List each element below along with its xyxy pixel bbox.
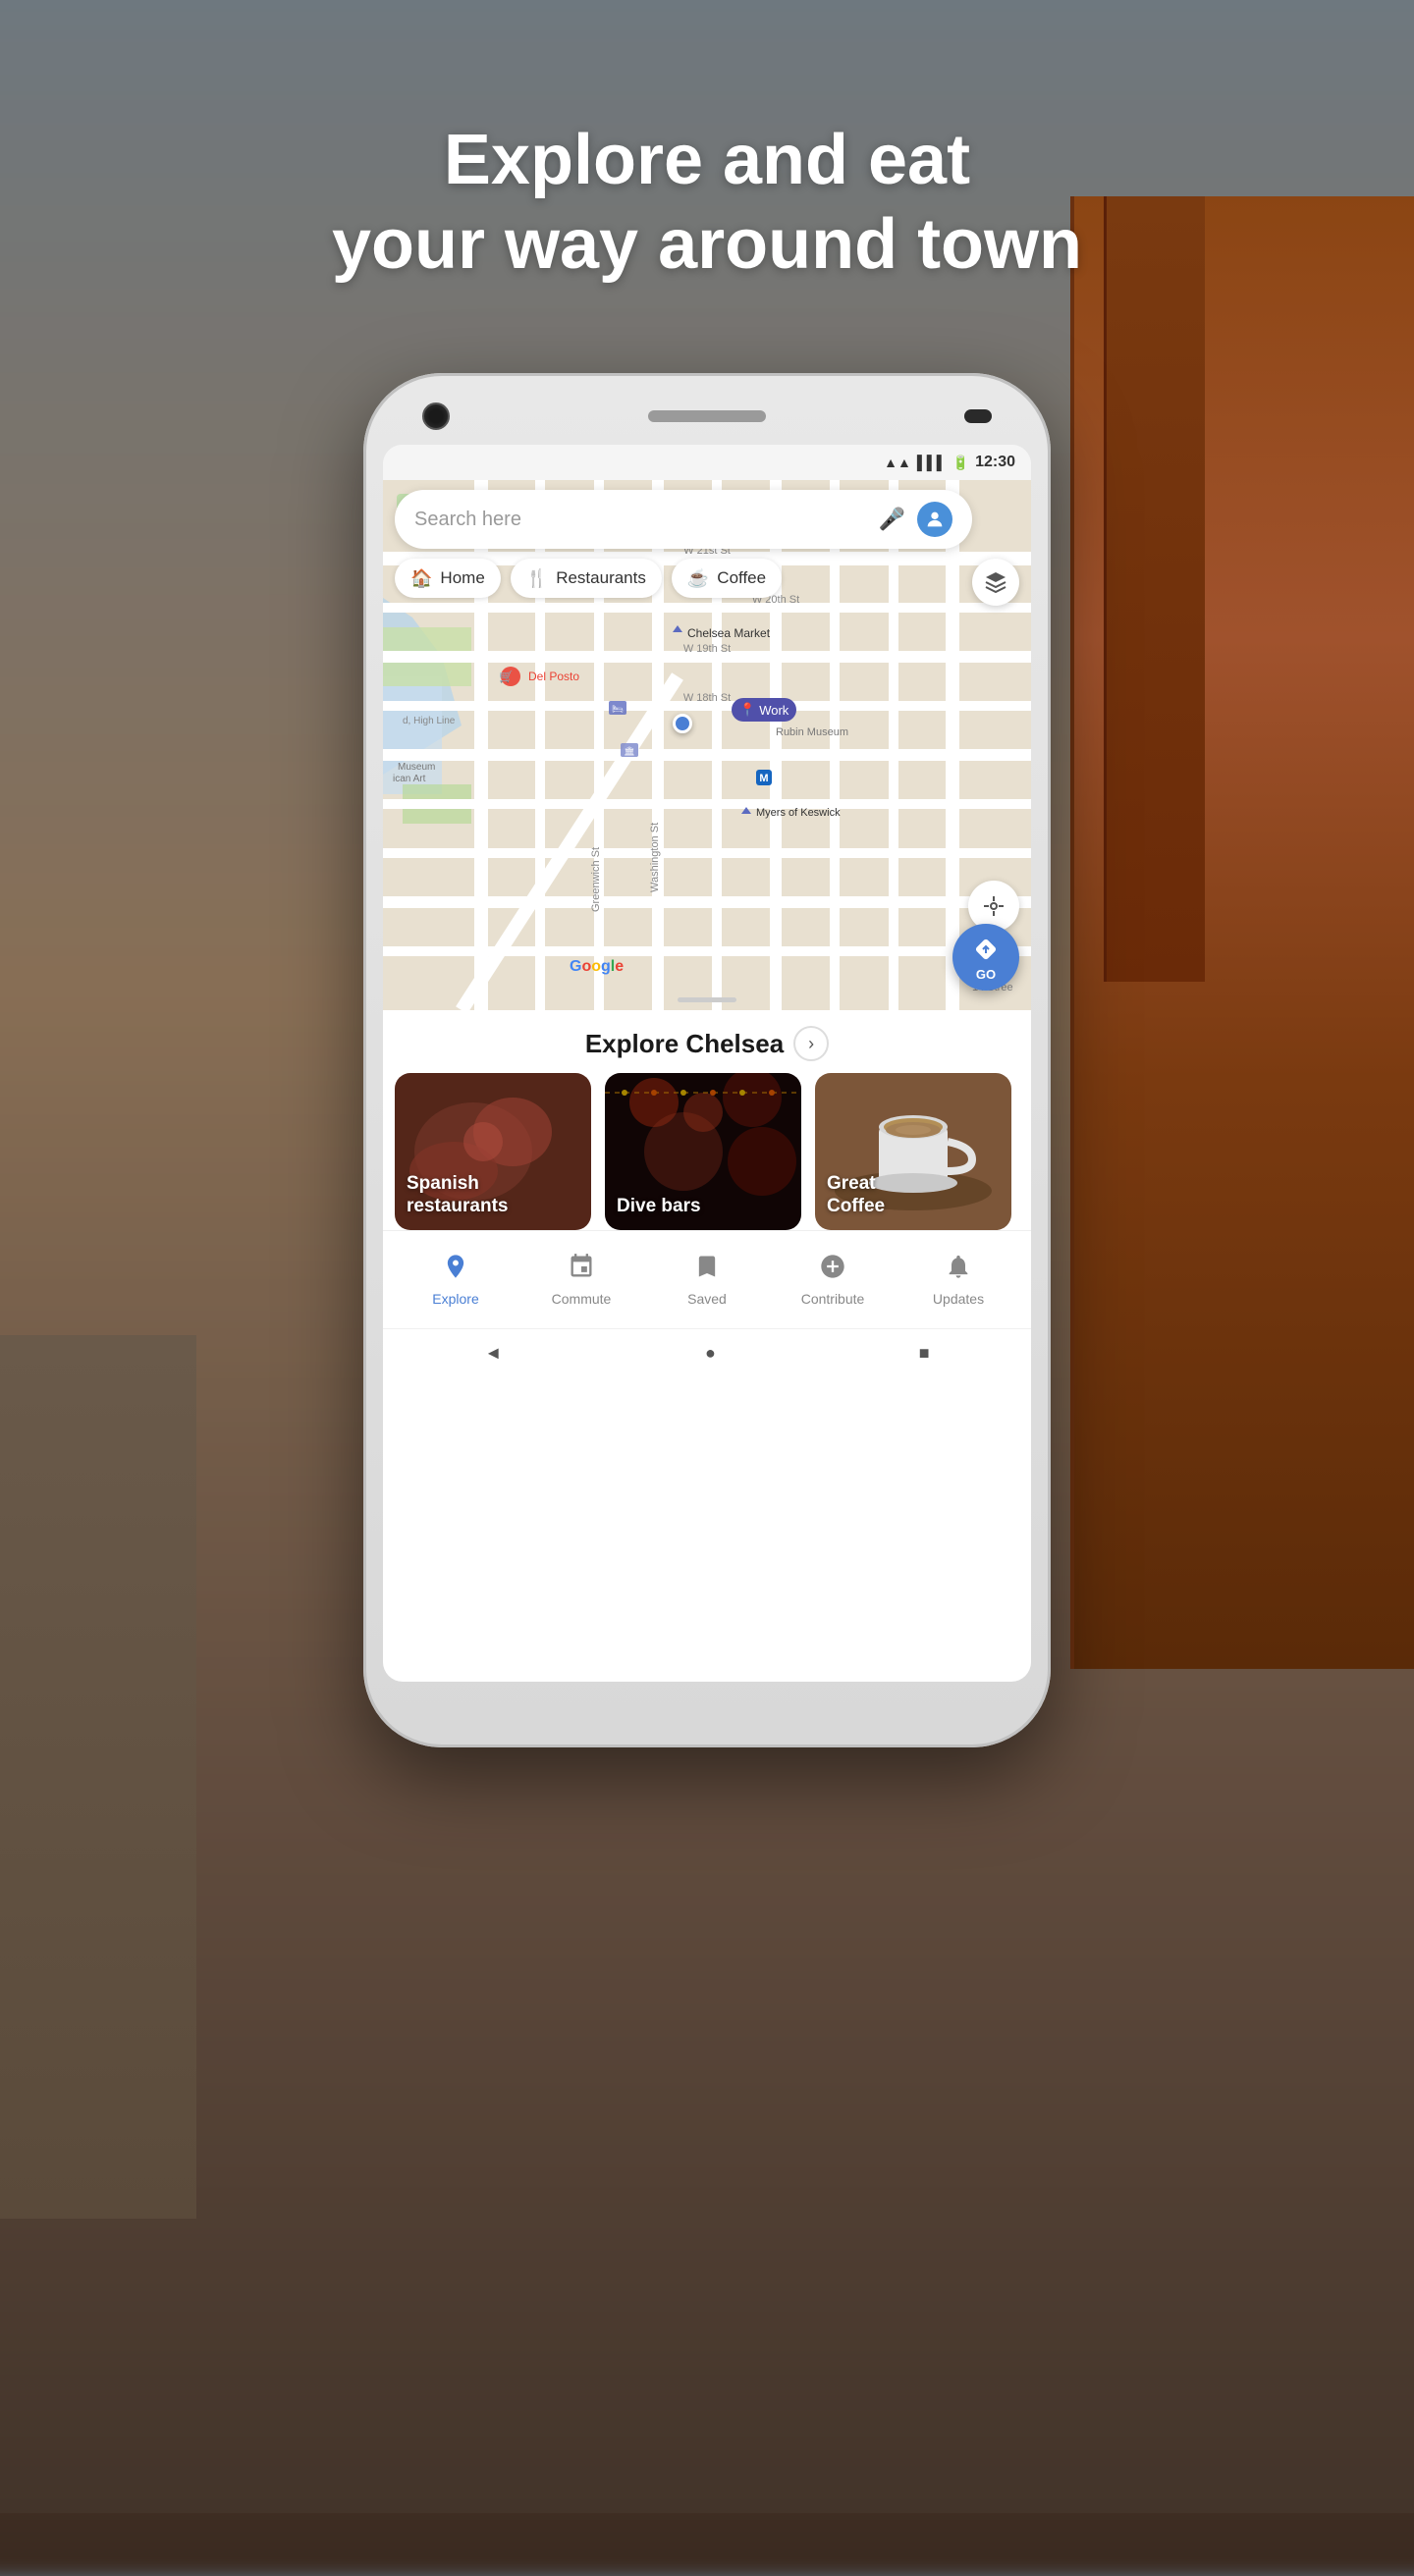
chip-restaurants[interactable]: 🍴 Restaurants xyxy=(511,559,662,598)
commute-nav-icon xyxy=(568,1253,595,1287)
search-placeholder: Search here xyxy=(414,509,879,531)
svg-text:Greenwich St: Greenwich St xyxy=(590,847,602,912)
search-bar[interactable]: Search here 🎤 xyxy=(395,490,972,549)
bottom-navigation: Explore Commute xyxy=(383,1230,1031,1328)
saved-nav-label: Saved xyxy=(687,1291,727,1307)
hero-line2: your way around town xyxy=(0,202,1414,287)
explore-more-button[interactable]: › xyxy=(793,1026,829,1061)
explore-title: Explore Chelsea xyxy=(585,1029,784,1059)
svg-text:W 18th St: W 18th St xyxy=(683,692,731,704)
commute-nav-label: Commute xyxy=(552,1291,612,1307)
status-bar: ▲▲ ▌▌▌ 🔋 12:30 xyxy=(383,445,1031,480)
work-marker[interactable]: 📍 Work xyxy=(732,698,796,722)
filter-chips-container: 🏠 Home 🍴 Restaurants ☕ Coffee xyxy=(395,559,782,598)
explore-header: Explore Chelsea › xyxy=(383,1010,1031,1073)
svg-text:🛏: 🛏 xyxy=(612,704,623,714)
chip-home-label: Home xyxy=(440,568,484,588)
svg-text:d, High Line: d, High Line xyxy=(403,716,456,726)
phone-camera xyxy=(422,402,450,430)
user-avatar[interactable] xyxy=(917,502,952,537)
svg-text:Del Posto: Del Posto xyxy=(528,670,579,683)
hero-text: Explore and eat your way around town xyxy=(0,118,1414,288)
explore-section: Explore Chelsea › xyxy=(383,1010,1031,1377)
nav-item-contribute[interactable]: Contribute xyxy=(770,1253,896,1307)
card-label-dive-bars: Dive bars xyxy=(617,1196,701,1218)
map-layers-button[interactable] xyxy=(972,559,1019,606)
nav-item-commute[interactable]: Commute xyxy=(518,1253,644,1307)
svg-text:ican Art: ican Art xyxy=(393,774,426,784)
building-left xyxy=(0,1335,196,2219)
svg-text:Myers of Keswick: Myers of Keswick xyxy=(756,807,841,819)
category-card-great-coffee[interactable]: GreatCoffee xyxy=(815,1073,1011,1230)
explore-nav-icon xyxy=(442,1253,469,1287)
chip-coffee-label: Coffee xyxy=(717,568,766,588)
nav-item-saved[interactable]: Saved xyxy=(644,1253,770,1307)
updates-nav-icon xyxy=(945,1253,972,1287)
nav-item-explore[interactable]: Explore xyxy=(393,1253,518,1307)
restaurant-icon: 🍴 xyxy=(526,568,548,589)
category-cards-row: Spanishrestaurants xyxy=(383,1073,1031,1230)
phone-screen: ▲▲ ▌▌▌ 🔋 12:30 xyxy=(383,445,1031,1682)
phone-sensor xyxy=(964,409,992,423)
svg-text:Museum: Museum xyxy=(398,762,435,773)
microphone-icon[interactable]: 🎤 xyxy=(879,507,905,532)
user-location-marker xyxy=(673,714,692,733)
time-display: 12:30 xyxy=(975,454,1015,471)
phone: ▲▲ ▌▌▌ 🔋 12:30 xyxy=(363,373,1051,1747)
map-area[interactable]: W 21st St W 20th St W 19th St W 18th St … xyxy=(383,480,1031,1010)
svg-text:🛒: 🛒 xyxy=(499,670,514,683)
svg-text:Chelsea Market: Chelsea Market xyxy=(687,626,771,640)
coffee-icon: ☕ xyxy=(687,568,709,589)
svg-text:Washington St: Washington St xyxy=(649,823,661,892)
go-label: GO xyxy=(976,967,996,982)
card-label-spanish-restaurants: Spanishrestaurants xyxy=(407,1173,509,1218)
category-card-spanish-restaurants[interactable]: Spanishrestaurants xyxy=(395,1073,591,1230)
svg-text:🏛: 🏛 xyxy=(624,746,634,756)
android-navigation-bar: ◄ ● ■ xyxy=(383,1328,1031,1377)
android-recent-button[interactable]: ■ xyxy=(919,1343,930,1364)
android-back-button[interactable]: ◄ xyxy=(484,1343,502,1364)
svg-text:Google: Google xyxy=(570,958,624,975)
updates-nav-label: Updates xyxy=(933,1291,984,1307)
work-label: Work xyxy=(759,703,789,718)
svg-text:W 19th St: W 19th St xyxy=(683,643,731,655)
explore-nav-label: Explore xyxy=(432,1291,478,1307)
status-icons: ▲▲ ▌▌▌ 🔋 12:30 xyxy=(884,454,1015,471)
work-icon: 📍 xyxy=(739,702,755,718)
contribute-nav-icon xyxy=(819,1253,846,1287)
phone-body: ▲▲ ▌▌▌ 🔋 12:30 xyxy=(363,373,1051,1747)
map-scroll-indicator xyxy=(678,997,736,1002)
svg-text:Rubin Museum: Rubin Museum xyxy=(776,726,848,738)
hero-line1: Explore and eat xyxy=(0,118,1414,202)
signal-icon: ▌▌▌ xyxy=(917,455,947,470)
phone-speaker xyxy=(648,410,766,422)
category-card-dive-bars[interactable]: Dive bars xyxy=(605,1073,801,1230)
saved-nav-icon xyxy=(693,1253,721,1287)
phone-top-bar xyxy=(383,402,1031,445)
chip-home[interactable]: 🏠 Home xyxy=(395,559,501,598)
battery-icon: 🔋 xyxy=(952,455,969,471)
svg-text:M: M xyxy=(759,773,768,784)
android-home-button[interactable]: ● xyxy=(705,1343,716,1364)
building-right xyxy=(1070,196,1414,1669)
home-icon: 🏠 xyxy=(410,568,432,589)
wifi-icon: ▲▲ xyxy=(884,455,911,470)
nav-item-updates[interactable]: Updates xyxy=(896,1253,1021,1307)
chip-coffee[interactable]: ☕ Coffee xyxy=(672,559,782,598)
chip-restaurants-label: Restaurants xyxy=(556,568,646,588)
card-label-great-coffee: GreatCoffee xyxy=(827,1173,885,1218)
contribute-nav-label: Contribute xyxy=(801,1291,865,1307)
go-button[interactable]: GO xyxy=(952,924,1019,991)
